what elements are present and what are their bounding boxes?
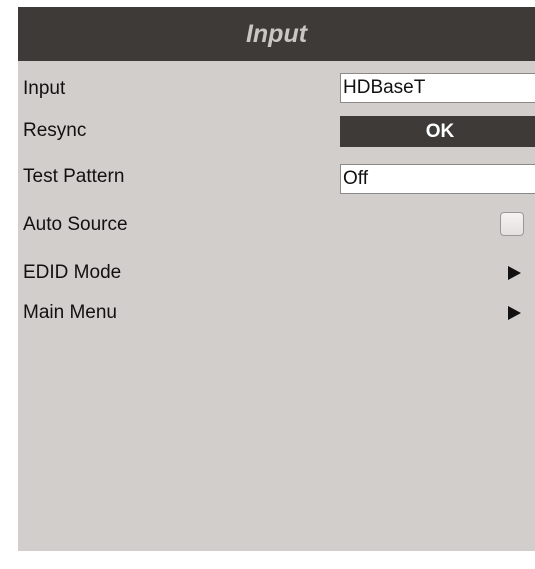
input-select[interactable]: HDBaseT: [340, 73, 535, 103]
right-arrow-icon[interactable]: [508, 266, 521, 280]
menu-title: Input: [18, 7, 535, 61]
input-menu-panel: Input Input HDBaseT Resync OK Test Patte…: [18, 7, 535, 551]
resync-ok-button[interactable]: OK: [340, 116, 535, 147]
auto-source-checkbox[interactable]: [500, 212, 524, 236]
resync-label: Resync: [23, 120, 87, 141]
test-pattern-label: Test Pattern: [23, 166, 125, 187]
auto-source-label: Auto Source: [23, 214, 128, 235]
main-menu-label[interactable]: Main Menu: [23, 301, 117, 325]
input-label: Input: [23, 78, 66, 99]
test-pattern-select[interactable]: Off: [340, 164, 535, 194]
edid-mode-label[interactable]: EDID Mode: [23, 261, 121, 285]
right-arrow-icon[interactable]: [508, 306, 521, 320]
